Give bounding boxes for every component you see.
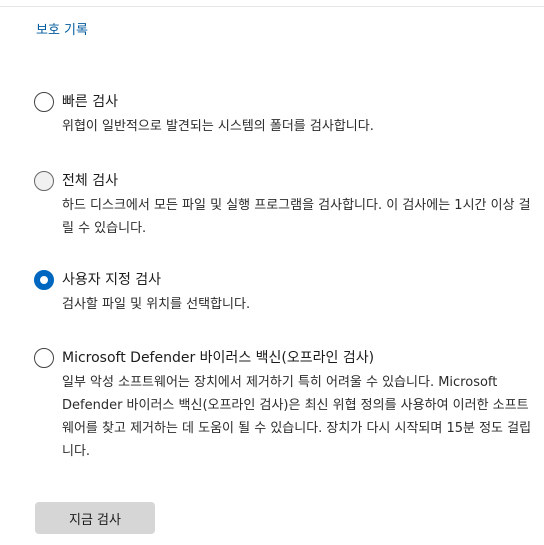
quick-scan-description: 위협이 일반적으로 발견되는 시스템의 폴더를 검사합니다. — [62, 119, 374, 134]
quick-scan-label: 빠른 검사 — [62, 94, 118, 110]
custom-scan-radio[interactable] — [34, 270, 54, 290]
full-scan-description: 하드 디스크에서 모든 파일 및 실행 프로그램을 검사합니다. 이 검사에는 … — [62, 198, 531, 236]
offline-scan-description: 일부 악성 소프트웨어는 장치에서 제거하기 특히 어려울 수 있습니다. Mi… — [62, 375, 532, 459]
custom-scan-description: 검사할 파일 및 위치를 선택합니다. — [62, 297, 251, 312]
custom-scan-label: 사용자 지정 검사 — [62, 272, 162, 288]
offline-scan-radio[interactable] — [34, 348, 54, 368]
offline-scan-label: Microsoft Defender 바이러스 백신(오프라인 검사) — [62, 350, 375, 366]
quick-scan-option[interactable]: 빠른 검사 위협이 일반적으로 발견되는 시스템의 폴더를 검사합니다. — [34, 92, 514, 134]
custom-scan-row[interactable]: 사용자 지정 검사 — [34, 270, 514, 292]
quick-scan-radio[interactable] — [34, 92, 54, 112]
offline-scan-option[interactable]: Microsoft Defender 바이러스 백신(오프라인 검사) 일부 악… — [34, 348, 531, 459]
quick-scan-row[interactable]: 빠른 검사 — [34, 92, 514, 114]
top-divider — [0, 6, 544, 7]
custom-scan-option[interactable]: 사용자 지정 검사 검사할 파일 및 위치를 선택합니다. — [34, 270, 514, 312]
scan-now-button[interactable]: 지금 검사 — [35, 502, 155, 534]
full-scan-row[interactable]: 전체 검사 — [34, 171, 514, 193]
protection-history-link[interactable]: 보호 기록 — [36, 19, 88, 38]
full-scan-label: 전체 검사 — [62, 173, 118, 189]
offline-scan-row[interactable]: Microsoft Defender 바이러스 백신(오프라인 검사) — [34, 348, 514, 370]
full-scan-option[interactable]: 전체 검사 하드 디스크에서 모든 파일 및 실행 프로그램을 검사합니다. 이… — [34, 171, 531, 236]
full-scan-radio[interactable] — [34, 171, 54, 191]
